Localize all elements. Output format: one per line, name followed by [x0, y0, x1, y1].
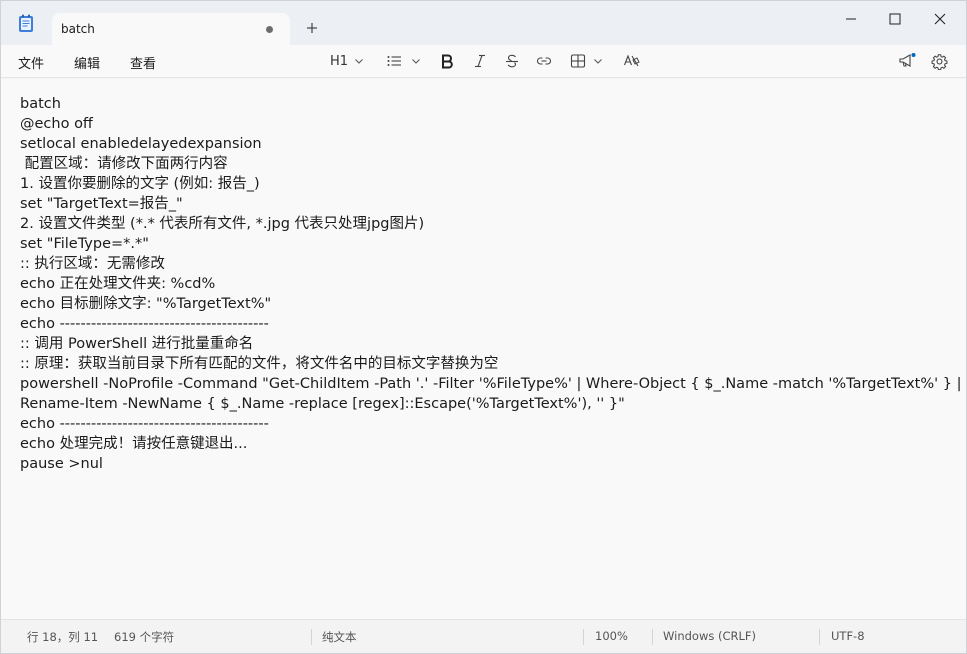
link-icon	[537, 57, 551, 65]
title-bar: batch	[1, 1, 966, 46]
text-format[interactable]: 纯文本	[322, 629, 357, 645]
editor-line: Rename-Item -NewName { $_.Name -replace …	[20, 396, 625, 412]
editor-line: @echo off	[20, 116, 93, 132]
bold-button[interactable]	[439, 51, 455, 71]
tab-batch[interactable]: batch	[52, 13, 290, 46]
table-icon	[570, 54, 586, 68]
strikethrough-button[interactable]	[504, 51, 520, 71]
announcement-button[interactable]	[897, 51, 917, 71]
editor-line: powershell -NoProfile -Command "Get-Chil…	[20, 376, 962, 392]
minimize-icon[interactable]	[839, 9, 863, 29]
bold-icon	[442, 54, 453, 69]
notepad-window: batch 文件 编辑 查看 H1 batch @echo off setloc…	[0, 0, 967, 654]
chevron-down-icon	[412, 59, 420, 64]
status-divider	[652, 629, 653, 645]
editor-line: echo -----------------------------------…	[20, 316, 269, 332]
clear-format-icon	[623, 54, 640, 67]
cursor-position: 行 18，列 11	[27, 630, 99, 644]
new-tab-plus-icon[interactable]	[303, 19, 321, 37]
menu-view[interactable]: 查看	[130, 53, 156, 72]
status-bar: 行 18，列 11 619 个字符 纯文本 100% Windows (CRLF…	[1, 619, 966, 653]
editor-line: set "FileType=*.*"	[20, 236, 149, 252]
editor-line: :: 调用 PowerShell 进行批量重命名	[20, 336, 254, 352]
maximize-icon[interactable]	[883, 9, 907, 29]
chevron-down-icon	[355, 59, 363, 64]
menu-file[interactable]: 文件	[18, 53, 44, 72]
editor-line: echo -----------------------------------…	[20, 416, 269, 432]
status-divider	[583, 629, 584, 645]
list-dropdown[interactable]	[386, 51, 421, 71]
character-count: 619 个字符	[114, 630, 175, 644]
editor-line: set "TargetText=报告_"	[20, 196, 183, 212]
italic-icon	[475, 54, 485, 68]
megaphone-icon	[899, 53, 916, 67]
line-ending[interactable]: Windows (CRLF)	[663, 629, 756, 643]
list-icon	[387, 56, 401, 66]
unsaved-dot-icon[interactable]	[266, 26, 273, 33]
table-dropdown[interactable]	[570, 51, 603, 71]
menu-edit[interactable]: 编辑	[74, 53, 100, 72]
menu-toolbar: 文件 编辑 查看 H1	[1, 45, 966, 78]
status-divider	[819, 629, 820, 645]
editor-line: 2. 设置文件类型 (*.* 代表所有文件, *.jpg 代表只处理jpg图片)	[20, 216, 425, 232]
editor-line: echo 目标删除文字: "%TargetText%"	[20, 296, 272, 312]
editor-line: 1. 设置你要删除的文字 (例如: 报告_)	[20, 176, 260, 192]
editor-line: pause >nul	[20, 456, 103, 472]
tab-title: batch	[61, 22, 95, 36]
heading-label: H1	[330, 53, 349, 69]
editor-line: :: 原理：获取当前目录下所有匹配的文件，将文件名中的目标文字替换为空	[20, 356, 499, 372]
encoding[interactable]: UTF-8	[831, 629, 865, 643]
notepad-app-icon	[17, 14, 35, 33]
link-button[interactable]	[536, 51, 552, 71]
settings-button[interactable]	[931, 51, 948, 71]
italic-button[interactable]	[472, 51, 488, 71]
editor-line: :: 执行区域：无需修改	[20, 256, 165, 272]
editor-line: 配置区域：请修改下面两行内容	[20, 156, 228, 172]
clear-format-button[interactable]	[623, 51, 641, 71]
editor-line: batch	[20, 96, 61, 112]
zoom-level[interactable]: 100%	[595, 629, 628, 643]
editor-line: echo 处理完成！请按任意键退出...	[20, 436, 248, 452]
close-icon[interactable]	[928, 9, 952, 29]
editor-line: echo 正在处理文件夹: %cd%	[20, 276, 216, 292]
text-editor[interactable]: batch @echo off setlocal enabledelayedexpa…	[1, 79, 966, 619]
chevron-down-icon	[594, 59, 602, 64]
heading-dropdown[interactable]: H1	[330, 51, 364, 71]
status-divider	[311, 629, 312, 645]
editor-line: setlocal enabledelayedexpansion	[20, 136, 262, 152]
gear-icon	[931, 53, 948, 70]
strikethrough-icon	[506, 54, 518, 68]
